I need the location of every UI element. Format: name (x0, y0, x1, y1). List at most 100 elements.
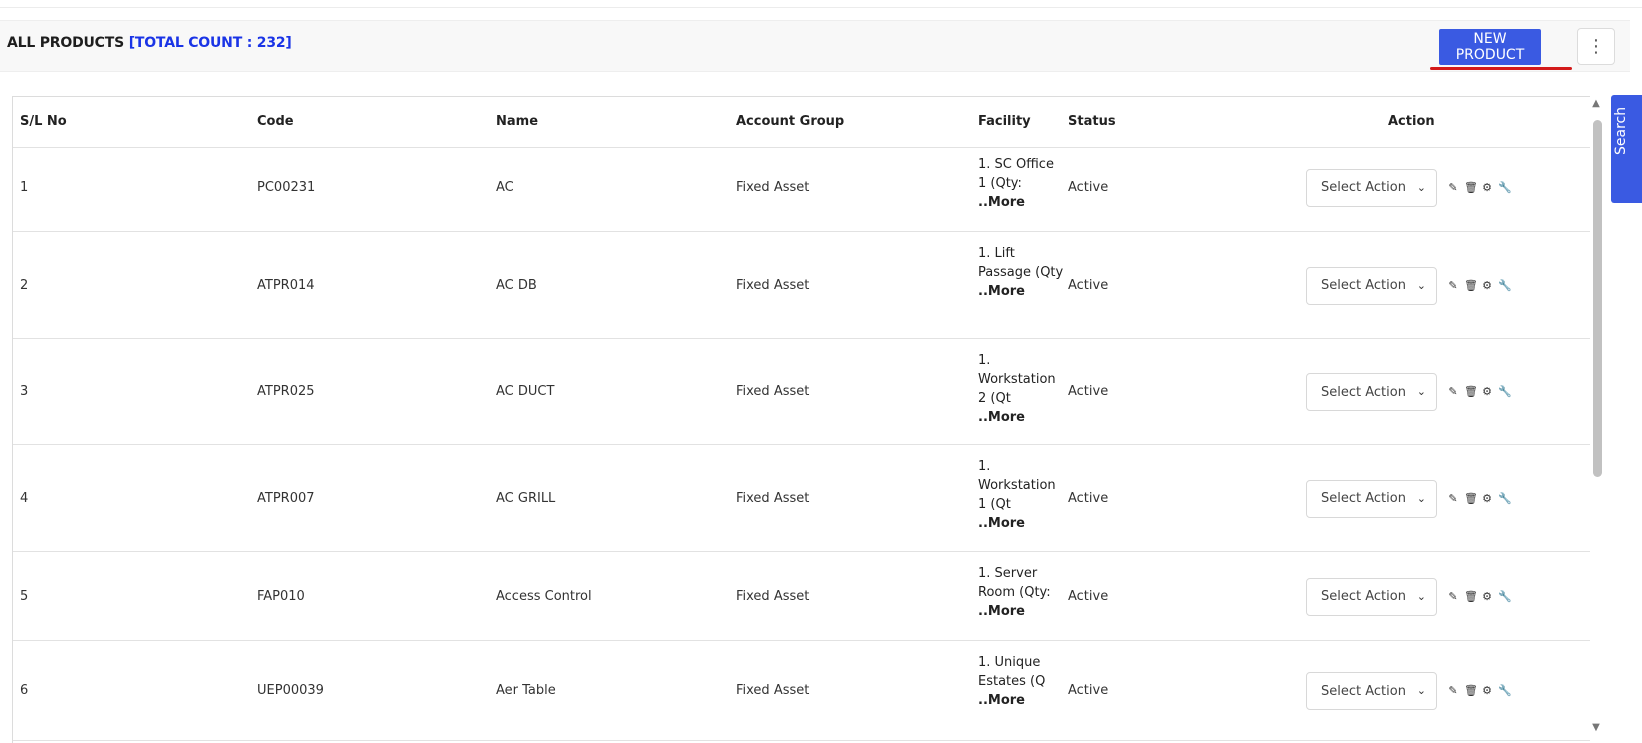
new-product-button[interactable]: NEW PRODUCT (1439, 29, 1541, 65)
table-header-row: S/L No Code Name Account Group Facility … (13, 97, 1592, 148)
facility-text: 1. Workstation 1 (Qt (978, 459, 1056, 512)
select-action-label: Select Action (1321, 491, 1406, 506)
chevron-down-icon: ⌄ (1416, 180, 1426, 194)
facility-more-link[interactable]: ..More (978, 514, 1066, 533)
wrench-icon[interactable]: 🔧 (1498, 279, 1512, 292)
cell-name: Access Control (496, 588, 592, 604)
highlight-underline (1430, 67, 1572, 70)
pencil-icon[interactable]: ✎ (1447, 590, 1459, 603)
select-action-dropdown[interactable]: Select Action ⌄ (1306, 266, 1437, 305)
cell-facility: 1. Workstation 1 (Qt ..More (978, 457, 1066, 533)
table-row: 5 FAP010 Access Control Fixed Asset Active 1.… (13, 552, 1592, 641)
products-table: S/L No Code Name Account Group Facility … (12, 96, 1593, 743)
pencil-icon[interactable]: ✎ (1447, 279, 1459, 292)
gears-icon[interactable]: ⚙ (1481, 386, 1493, 398)
chevron-down-icon: ⌄ (1416, 278, 1426, 292)
select-action-dropdown[interactable]: Select Action ⌄ (1306, 168, 1437, 207)
cell-name: AC DB (496, 277, 537, 293)
row-action-icons: ✎ 🗑 ⚙ 🔧 (1447, 492, 1512, 505)
row-action-icons: ✎ 🗑 ⚙ 🔧 (1447, 685, 1512, 697)
cell-code: ATPR007 (257, 490, 315, 506)
trash-icon[interactable]: 🗑 (1464, 279, 1478, 292)
pencil-icon[interactable]: ✎ (1447, 386, 1459, 398)
wrench-icon[interactable]: 🔧 (1498, 386, 1512, 398)
chevron-down-icon: ⌄ (1416, 491, 1426, 505)
cell-account-group: Fixed Asset (736, 277, 810, 293)
kebab-menu-icon: ⋮ (1587, 35, 1605, 57)
cell-code: FAP010 (257, 588, 305, 604)
gears-icon[interactable]: ⚙ (1481, 685, 1493, 697)
table-row: 1 PC00231 AC Fixed Asset Active 1. SC Office … (13, 143, 1592, 232)
column-header-name[interactable]: Name (496, 114, 538, 129)
cell-facility: 1. Workstation 2 (Qt ..More (978, 351, 1066, 427)
table-row: 6 UEP00039 Aer Table Fixed Asset Active 1. Un… (13, 641, 1592, 741)
scroll-down-arrow-icon[interactable]: ▼ (1590, 722, 1602, 736)
column-header-account-group[interactable]: Account Group (736, 114, 844, 129)
pencil-icon[interactable]: ✎ (1447, 685, 1459, 697)
cell-sl-no: 1 (20, 179, 29, 195)
column-header-status[interactable]: Status (1068, 114, 1116, 129)
cell-account-group: Fixed Asset (736, 179, 810, 195)
scroll-up-arrow-icon[interactable]: ▲ (1590, 98, 1602, 112)
select-action-label: Select Action (1321, 384, 1406, 400)
column-header-sl-no[interactable]: S/L No (20, 114, 67, 129)
cell-facility: 1. Server Room (Qty: ..More (978, 564, 1066, 621)
cell-sl-no: 3 (20, 384, 29, 399)
cell-sl-no: 4 (20, 490, 29, 506)
facility-text: 1. Server Room (Qty: (978, 566, 1051, 600)
select-action-dropdown[interactable]: Select Action ⌄ (1306, 672, 1437, 710)
gears-icon[interactable]: ⚙ (1481, 590, 1493, 603)
pencil-icon[interactable]: ✎ (1447, 492, 1459, 505)
more-options-button[interactable]: ⋮ (1577, 28, 1615, 65)
cell-status: Active (1068, 384, 1109, 399)
facility-text: 1. Workstation 2 (Qt (978, 353, 1056, 406)
select-action-dropdown[interactable]: Select Action ⌄ (1306, 373, 1437, 411)
cell-sl-no: 5 (20, 588, 29, 604)
facility-more-link[interactable]: ..More (978, 691, 1066, 710)
total-count: [TOTAL COUNT : 232] (128, 35, 292, 51)
trash-icon[interactable]: 🗑 (1464, 181, 1478, 194)
page-title-text: ALL PRODUCTS (7, 35, 124, 51)
facility-more-link[interactable]: ..More (978, 602, 1066, 621)
gears-icon[interactable]: ⚙ (1481, 181, 1493, 194)
facility-more-link[interactable]: ..More (978, 408, 1066, 427)
wrench-icon[interactable]: 🔧 (1498, 590, 1512, 603)
top-strip (0, 0, 1642, 8)
gears-icon[interactable]: ⚙ (1481, 279, 1493, 292)
facility-more-link[interactable]: ..More (978, 193, 1066, 212)
select-action-dropdown[interactable]: Select Action ⌄ (1306, 479, 1437, 518)
facility-text: 1. SC Office 1 (Qty: (978, 157, 1054, 191)
select-action-dropdown[interactable]: Select Action ⌄ (1306, 577, 1437, 616)
trash-icon[interactable]: 🗑 (1464, 590, 1478, 603)
cell-account-group: Fixed Asset (736, 588, 810, 604)
search-side-tab[interactable]: Search (1611, 95, 1642, 203)
cell-name: AC DUCT (496, 384, 555, 399)
pencil-icon[interactable]: ✎ (1447, 181, 1459, 194)
cell-code: UEP00039 (257, 683, 324, 698)
chevron-down-icon: ⌄ (1416, 385, 1426, 398)
cell-name: AC GRILL (496, 490, 556, 506)
wrench-icon[interactable]: 🔧 (1498, 181, 1512, 194)
table-row: 3 ATPR025 AC DUCT Fixed Asset Active 1. Works… (13, 339, 1592, 445)
row-action-icons: ✎ 🗑 ⚙ 🔧 (1447, 590, 1512, 603)
cell-status: Active (1068, 683, 1109, 698)
cell-code: PC00231 (257, 179, 316, 195)
scrollbar-thumb[interactable] (1593, 120, 1602, 477)
trash-icon[interactable]: 🗑 (1464, 685, 1478, 697)
trash-icon[interactable]: 🗑 (1464, 492, 1478, 505)
column-header-facility[interactable]: Facility (978, 114, 1031, 129)
cell-status: Active (1068, 179, 1109, 195)
trash-icon[interactable]: 🗑 (1464, 386, 1478, 398)
wrench-icon[interactable]: 🔧 (1498, 492, 1512, 505)
cell-sl-no: 2 (20, 277, 29, 293)
row-action-icons: ✎ 🗑 ⚙ 🔧 (1447, 386, 1512, 398)
cell-code: ATPR014 (257, 277, 315, 293)
column-header-code[interactable]: Code (257, 114, 294, 129)
search-tab-label: Search (1613, 106, 1629, 155)
facility-more-link[interactable]: ..More (978, 282, 1066, 301)
cell-code: ATPR025 (257, 384, 315, 399)
table-row: 4 ATPR007 AC GRILL Fixed Asset Active 1. Work… (13, 445, 1592, 552)
table-row: 2 ATPR014 AC DB Fixed Asset Active 1. Lift Pa… (13, 232, 1592, 339)
wrench-icon[interactable]: 🔧 (1498, 685, 1512, 697)
gears-icon[interactable]: ⚙ (1481, 492, 1493, 505)
